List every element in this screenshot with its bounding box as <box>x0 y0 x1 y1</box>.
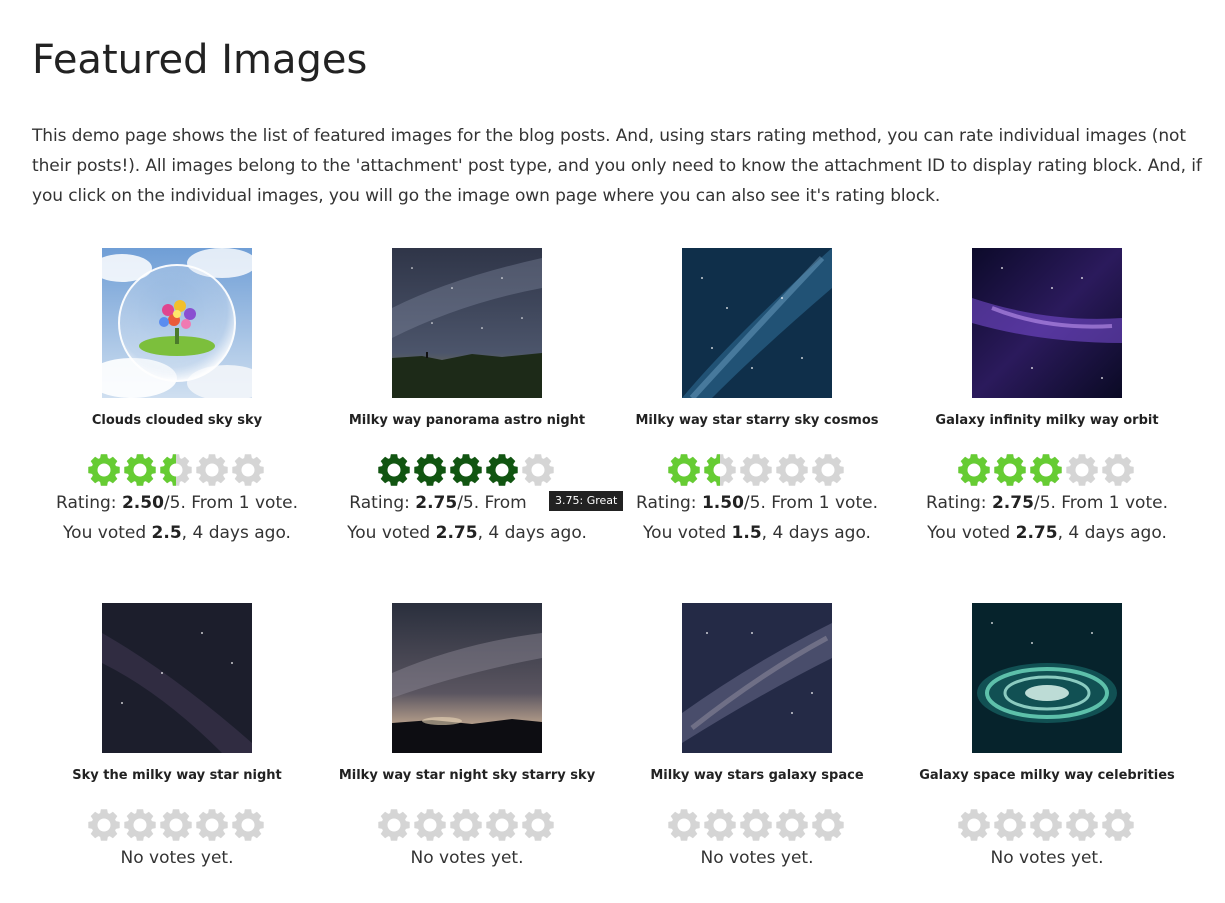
rating-star[interactable] <box>957 808 993 842</box>
rating-summary: Rating: 2.50/5. From 1 vote. <box>56 493 298 513</box>
no-votes-text: No votes yet. <box>120 848 234 868</box>
image-card: Milky way star starry sky cosmos Rating:… <box>612 248 902 548</box>
user-vote-info: You voted 2.75, 4 days ago. <box>927 523 1167 543</box>
user-vote-info: You voted 2.75, 4 days ago. <box>347 523 587 543</box>
dark-milky-way-image <box>102 603 252 753</box>
rating-star[interactable] <box>1065 453 1101 487</box>
rating-star[interactable] <box>811 453 847 487</box>
rating-star[interactable] <box>159 808 195 842</box>
rating-star[interactable] <box>231 453 267 487</box>
rating-star[interactable] <box>87 453 123 487</box>
rating-star[interactable] <box>377 808 413 842</box>
intro-paragraph: This demo page shows the list of feature… <box>32 126 1202 206</box>
image-card: Sky the milky way star night No votes ye… <box>32 603 322 903</box>
rating-star[interactable] <box>811 808 847 842</box>
rating-star[interactable] <box>413 453 449 487</box>
rating-star[interactable] <box>521 453 557 487</box>
rating-star[interactable] <box>667 808 703 842</box>
star-rating[interactable] <box>87 453 267 487</box>
image-title: Milky way star starry sky cosmos <box>635 413 879 428</box>
image-card: Milky way stars galaxy space No votes ye… <box>612 603 902 903</box>
star-rating[interactable] <box>377 808 557 842</box>
rating-star[interactable] <box>957 453 993 487</box>
image-title: Milky way stars galaxy space <box>650 768 864 783</box>
no-votes-text: No votes yet. <box>990 848 1104 868</box>
grid-row: Sky the milky way star night No votes ye… <box>32 603 1192 903</box>
image-card: Galaxy space milky way celebrities No vo… <box>902 603 1192 903</box>
rating-star[interactable] <box>87 808 123 842</box>
image-card: Clouds clouded sky sky Rating: 2.50/5. F… <box>32 248 322 548</box>
rating-summary: Rating: 1.50/5. From 1 vote. <box>636 493 878 513</box>
rating-star[interactable] <box>123 453 159 487</box>
user-vote-info: You voted 2.5, 4 days ago. <box>63 523 291 543</box>
rating-star[interactable] <box>123 808 159 842</box>
star-rating[interactable] <box>957 453 1137 487</box>
rating-star[interactable] <box>195 808 231 842</box>
rating-star[interactable] <box>739 453 775 487</box>
image-thumbnail-link[interactable] <box>972 603 1122 753</box>
image-title: Galaxy infinity milky way orbit <box>935 413 1159 428</box>
rating-star[interactable] <box>485 808 521 842</box>
star-rating[interactable] <box>667 808 847 842</box>
image-title: Milky way star night sky starry sky <box>338 768 596 783</box>
rating-star[interactable] <box>703 453 739 487</box>
rating-star[interactable] <box>739 808 775 842</box>
rating-star[interactable] <box>993 453 1029 487</box>
no-votes-text: No votes yet. <box>410 848 524 868</box>
image-card: Milky way panorama astro night Rating: 2… <box>322 248 624 548</box>
grid-row: Clouds clouded sky sky Rating: 2.50/5. F… <box>32 248 1192 548</box>
rating-star[interactable] <box>1101 453 1137 487</box>
rating-star[interactable] <box>159 453 195 487</box>
rating-star[interactable] <box>377 453 413 487</box>
page-title: Featured Images <box>32 37 368 83</box>
star-rating[interactable] <box>957 808 1137 842</box>
rating-star[interactable] <box>703 808 739 842</box>
rating-summary: Rating: 2.75/5. From <box>349 493 527 513</box>
image-card: Galaxy infinity milky way orbit Rating: … <box>902 248 1192 548</box>
rating-star[interactable] <box>1065 808 1101 842</box>
star-rating[interactable] <box>377 453 557 487</box>
no-votes-text: No votes yet. <box>700 848 814 868</box>
user-vote-info: You voted 1.5, 4 days ago. <box>643 523 871 543</box>
image-title: Milky way panorama astro night <box>348 413 586 428</box>
image-thumbnail-link[interactable] <box>682 603 832 753</box>
rating-star[interactable] <box>449 808 485 842</box>
image-title: Sky the milky way star night <box>72 768 282 783</box>
rating-star[interactable] <box>1029 808 1065 842</box>
star-rating[interactable] <box>87 808 267 842</box>
image-thumbnail-link[interactable] <box>392 603 542 753</box>
milky-way-panorama-image <box>392 248 542 398</box>
rating-star[interactable] <box>1101 808 1137 842</box>
milky-way-horizon-image <box>392 603 542 753</box>
purple-galaxy-image <box>972 248 1122 398</box>
star-rating[interactable] <box>667 453 847 487</box>
rating-star[interactable] <box>195 453 231 487</box>
blue-starry-sky-image <box>682 248 832 398</box>
rating-star[interactable] <box>413 808 449 842</box>
image-thumbnail-link[interactable] <box>102 248 252 398</box>
rating-star[interactable] <box>775 808 811 842</box>
rating-star[interactable] <box>667 453 703 487</box>
rating-star[interactable] <box>993 808 1029 842</box>
rating-summary: Rating: 2.75/5. From 1 vote. <box>926 493 1168 513</box>
rating-star[interactable] <box>449 453 485 487</box>
rating-star[interactable] <box>231 808 267 842</box>
image-thumbnail-link[interactable] <box>972 248 1122 398</box>
rating-star[interactable] <box>775 453 811 487</box>
rating-star[interactable] <box>1029 453 1065 487</box>
image-title: Galaxy space milky way celebrities <box>919 768 1175 783</box>
image-thumbnail-link[interactable] <box>102 603 252 753</box>
rating-star[interactable] <box>521 808 557 842</box>
clouds-bubble-flower-image <box>102 248 252 398</box>
milky-way-stars-image <box>682 603 832 753</box>
image-thumbnail-link[interactable] <box>392 248 542 398</box>
rating-star[interactable] <box>485 453 521 487</box>
image-title: Clouds clouded sky sky <box>91 413 263 428</box>
image-card: Milky way star night sky starry sky No v… <box>322 603 612 903</box>
spiral-galaxy-image <box>972 603 1122 753</box>
image-thumbnail-link[interactable] <box>682 248 832 398</box>
